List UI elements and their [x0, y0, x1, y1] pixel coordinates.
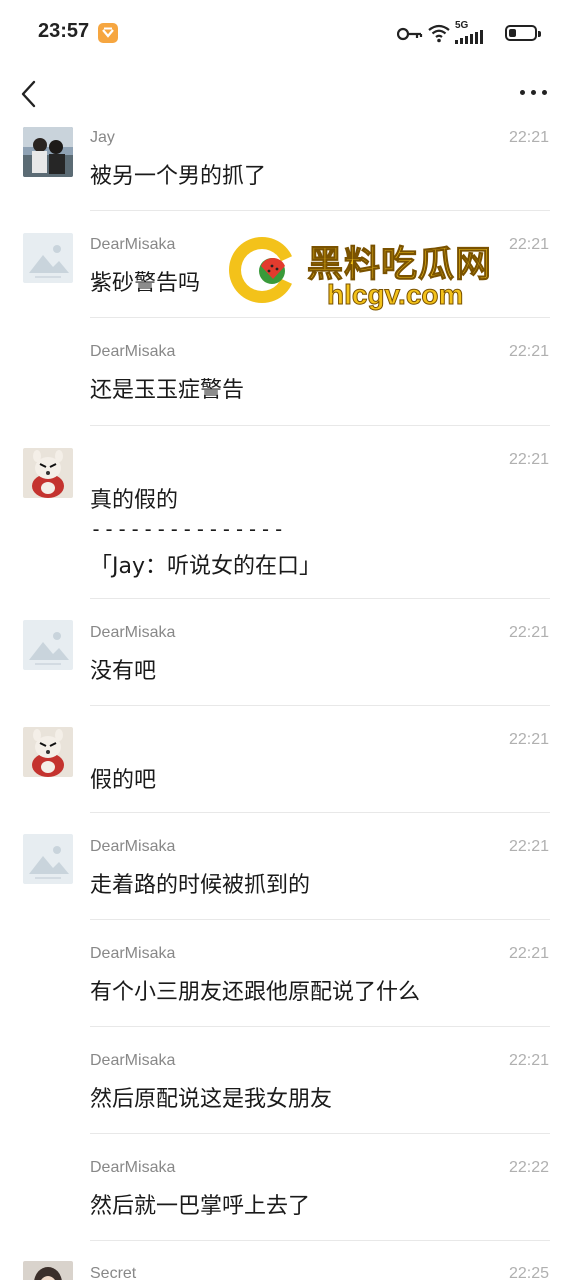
message-text: 然后原配说这是我女朋友: [90, 1087, 333, 1112]
watermelon-logo-icon: [229, 237, 299, 303]
message-item[interactable]: Secret 22:25: [0, 1241, 573, 1280]
message-sender: DearMisaka: [90, 1159, 176, 1176]
message-item[interactable]: DearMisaka 22:21 有个小三朋友还跟他原配说了什么: [0, 920, 573, 1027]
avatar[interactable]: [23, 620, 73, 670]
message-time: 22:21: [508, 1052, 549, 1069]
avatar[interactable]: [23, 1261, 73, 1280]
message-text: 没有吧: [90, 659, 157, 684]
message-time: 22:21: [508, 129, 549, 146]
message-sender: DearMisaka: [90, 343, 176, 360]
more-dots-icon: [520, 90, 525, 95]
app-notification-icon: [98, 23, 118, 43]
avatar[interactable]: [23, 233, 73, 283]
message-time: 22:21: [508, 624, 549, 641]
avatar[interactable]: [23, 127, 73, 177]
quote-separator: ---------------: [90, 517, 286, 541]
message-item[interactable]: DearMisaka 22:22 然后就一巴掌呼上去了: [0, 1134, 573, 1241]
message-item[interactable]: DearMisaka 22:21 还是玉玉症警告: [0, 318, 573, 426]
message-time: 22:21: [508, 343, 549, 360]
message-time: 22:21: [508, 838, 549, 855]
message-text: 有个小三朋友还跟他原配说了什么: [90, 980, 421, 1005]
message-sender: Secret: [90, 1265, 137, 1280]
message-sender: DearMisaka: [90, 838, 176, 855]
message-time: 22:21: [508, 451, 549, 468]
status-icons: 5G: [397, 20, 541, 46]
message-item[interactable]: DearMisaka 22:21 然后原配说这是我女朋友: [0, 1027, 573, 1134]
message-item[interactable]: 22:21 假的吧: [0, 706, 573, 813]
wifi-icon: [428, 24, 450, 43]
key-icon: [397, 27, 423, 41]
message-time: 22:21: [508, 236, 549, 253]
watermark: 黑料吃瓜网 hlcgv.com: [225, 233, 505, 313]
back-button[interactable]: [14, 76, 46, 112]
more-options-button[interactable]: [519, 84, 551, 104]
message-sender: DearMisaka: [90, 1052, 176, 1069]
battery-icon: [505, 25, 541, 41]
message-sender: DearMisaka: [90, 945, 176, 962]
chat-header: [0, 66, 573, 122]
message-text: 被另一个男的抓了: [90, 164, 267, 189]
message-text: 走着路的时候被抓到的: [90, 873, 311, 898]
message-text: 假的吧: [90, 768, 157, 793]
signal-icon: [455, 30, 483, 44]
status-bar: 23:57 5G: [0, 0, 573, 66]
message-text: 真的假的: [90, 488, 179, 513]
message-item[interactable]: DearMisaka 22:21 走着路的时候被抓到的: [0, 813, 573, 920]
message-text: 然后就一巴掌呼上去了: [90, 1194, 311, 1219]
message-item[interactable]: 22:21 真的假的 --------------- 「Jay：听说女的在口」: [0, 426, 573, 599]
watermark-url: hlcgv.com: [326, 279, 464, 311]
message-text: 紫砂警告吗: [90, 271, 201, 296]
message-time: 22:22: [508, 1159, 549, 1176]
message-item[interactable]: Jay 22:21 被另一个男的抓了: [0, 122, 573, 211]
message-text: 还是玉玉症警告: [90, 378, 245, 403]
message-time: 22:21: [508, 731, 549, 748]
message-sender: DearMisaka: [90, 236, 176, 253]
message-sender: DearMisaka: [90, 624, 176, 641]
avatar[interactable]: [23, 727, 73, 777]
message-item[interactable]: DearMisaka 22:21 没有吧: [0, 599, 573, 706]
message-time: 22:25: [508, 1265, 549, 1280]
message-time: 22:21: [508, 945, 549, 962]
chevron-left-icon: [21, 80, 36, 108]
quoted-message[interactable]: 「Jay：听说女的在口」: [90, 548, 321, 580]
message-sender: Jay: [90, 129, 115, 146]
status-time: 23:57: [38, 20, 90, 42]
avatar[interactable]: [23, 834, 73, 884]
avatar[interactable]: [23, 448, 73, 498]
